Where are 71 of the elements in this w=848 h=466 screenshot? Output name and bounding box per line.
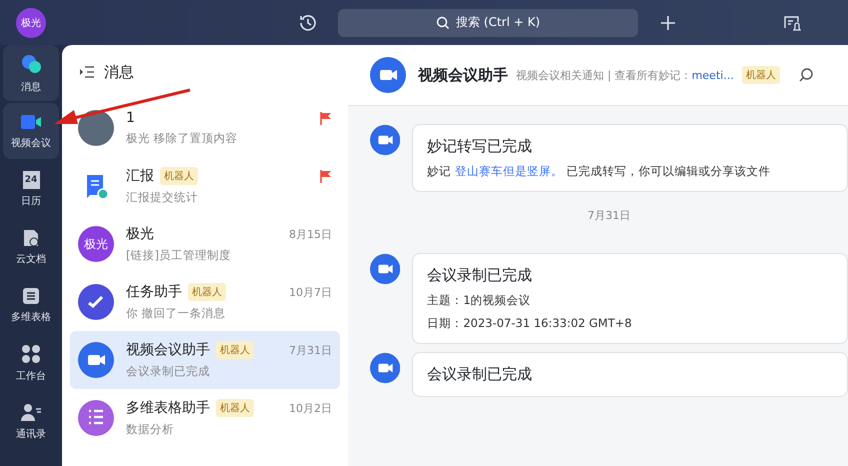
bot-tag: 机器人 (742, 66, 780, 84)
checkmark-avatar-icon (78, 284, 114, 320)
chat-name: 极光 (126, 225, 154, 243)
chat-item[interactable]: 任务助手 机器人 10月7日 你 撤回了一条消息 (70, 273, 340, 331)
chat-preview: 数据分析 (126, 422, 175, 437)
chat-name: 多维表格助手 (126, 399, 210, 417)
nav-item[interactable]: 多维表格 (3, 277, 59, 333)
card-title: 会议录制已完成 (427, 266, 534, 285)
person-icon (20, 402, 42, 422)
user-avatar[interactable]: 极光 (16, 8, 46, 38)
nav-item[interactable]: 视频会议 (3, 103, 59, 159)
list-avatar-icon (78, 400, 114, 436)
nav-item[interactable]: 工作台 (3, 335, 59, 391)
document-icon (22, 228, 40, 246)
chat-bubble-icon (20, 52, 42, 74)
bot-tag: 机器人 (188, 283, 226, 301)
card-text: 妙记 登山赛车但是竖屏。 已完成转写，你可以编辑或分享该文件 (427, 164, 772, 179)
chat-time: 7月31日 (289, 342, 332, 358)
card-text: 日期：2023-07-31 16:33:02 GMT+8 (427, 316, 633, 331)
bot-tag: 机器人 (160, 167, 198, 185)
add-icon[interactable] (660, 14, 676, 30)
card-title: 妙记转写已完成 (427, 137, 534, 156)
card-text: 主题：1的视频会议 (427, 293, 532, 308)
meeting-notes-link[interactable]: meeti... (692, 68, 734, 82)
chat-name: 汇报 (126, 167, 154, 185)
chat-title: 视频会议助手 (418, 66, 508, 84)
chat-preview: 汇报提交统计 (126, 190, 199, 205)
video-camera-avatar-icon (370, 253, 400, 285)
nav-item[interactable]: 通讯录 (3, 393, 59, 449)
chat-name: 视频会议助手 (126, 341, 210, 359)
table-icon (22, 286, 40, 304)
chat-description: 视频会议相关通知 | 查看所有妙记： (516, 68, 692, 82)
chat-preview: [链接]员工管理制度 (126, 248, 232, 263)
bot-tag: 机器人 (216, 341, 254, 359)
list-title: 消息 (104, 62, 134, 82)
video-camera-avatar-icon (370, 57, 406, 93)
chat-item[interactable]: 汇报 机器人 汇报提交统计 (70, 157, 340, 215)
calendar-icon: 24 (22, 170, 40, 188)
bot-tag: 机器人 (216, 399, 254, 417)
search-icon (436, 16, 450, 30)
video-camera-icon (20, 112, 42, 130)
photo-placeholder (78, 110, 114, 146)
chat-name: 1 (126, 110, 135, 126)
chat-preview: 会议录制已完成 (126, 364, 211, 379)
chat-item[interactable]: 多维表格助手 机器人 10月2日 数据分析 (70, 389, 340, 447)
chat-item[interactable]: 极光 极光 8月15日 [链接]员工管理制度 (70, 215, 340, 273)
search-field[interactable]: 搜索 (Ctrl + K) (338, 8, 638, 36)
user-avatar: 极光 (78, 226, 114, 262)
video-camera-avatar-icon (370, 124, 400, 156)
card-title: 会议录制已完成 (427, 365, 534, 384)
video-camera-avatar-icon (78, 342, 114, 378)
flag-icon[interactable] (320, 170, 332, 182)
chat-preview: 极光 移除了置顶内容 (126, 131, 239, 146)
chat-time: 10月2日 (289, 400, 332, 416)
chat-time: 10月7日 (289, 284, 332, 300)
chat-time: 8月15日 (289, 226, 332, 242)
nav-item[interactable]: 消息 (3, 45, 59, 101)
video-camera-avatar-icon (370, 352, 400, 384)
chat-preview: 你 撤回了一条消息 (126, 306, 227, 321)
chat-name: 任务助手 (126, 283, 182, 301)
nav-item[interactable]: 24 日历 (3, 161, 59, 217)
collapse-list-icon[interactable] (80, 66, 94, 78)
date-divider: 7月31日 (586, 208, 632, 223)
nav-item[interactable]: 云文档 (3, 219, 59, 275)
search-icon[interactable] (798, 67, 814, 83)
file-link[interactable]: 登山赛车但是竖屏。 (454, 164, 563, 178)
history-icon[interactable] (298, 12, 318, 32)
apps-grid-icon (21, 344, 41, 364)
chat-item[interactable]: 1 极光 移除了置顶内容 (70, 99, 340, 157)
flag-icon[interactable] (320, 112, 332, 124)
chat-item[interactable]: 视频会议助手 机器人 7月31日 会议录制已完成 (70, 331, 340, 389)
